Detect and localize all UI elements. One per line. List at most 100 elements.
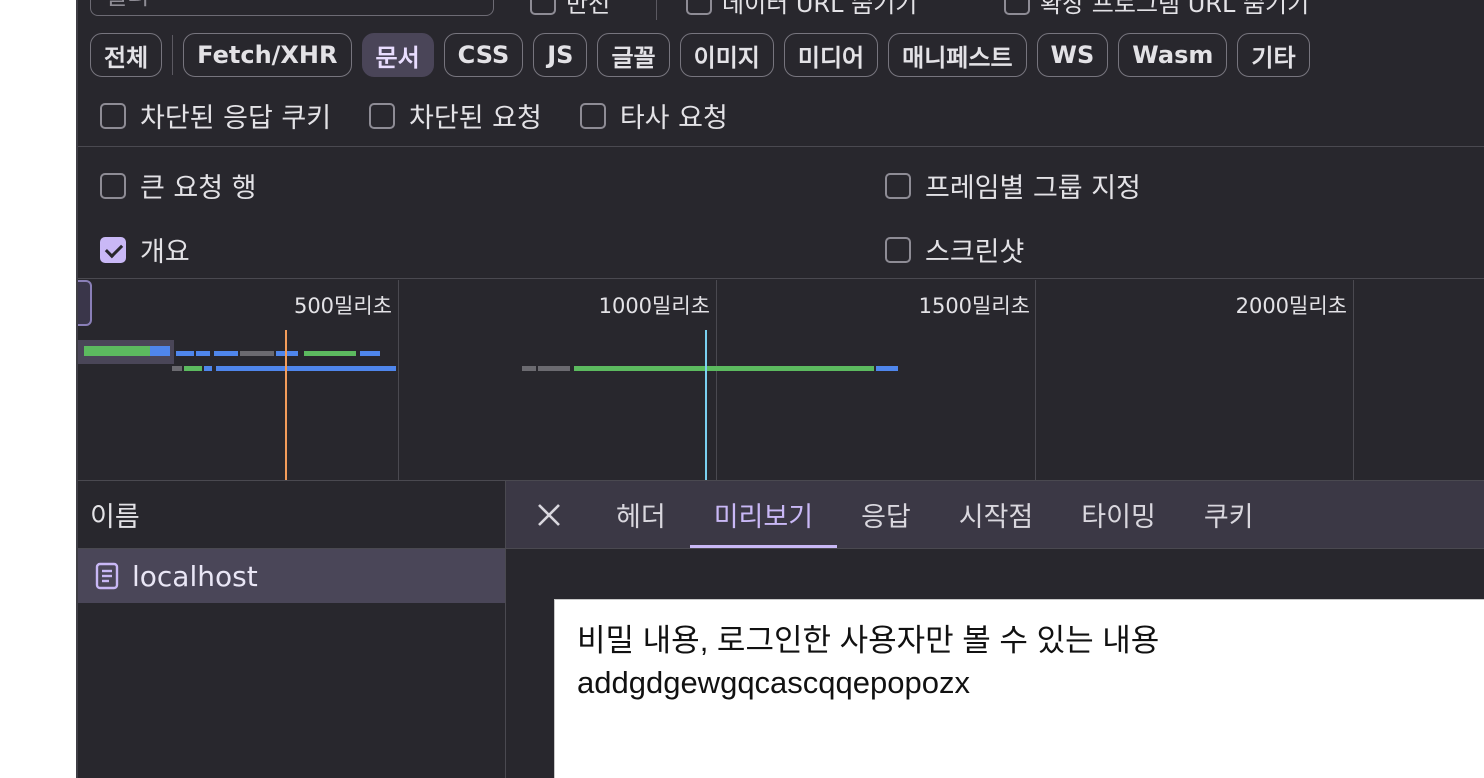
tab-cookies[interactable]: 쿠키	[1180, 481, 1278, 548]
checkbox-box[interactable]	[100, 102, 126, 129]
invert-label: 반전	[566, 0, 611, 18]
detail-tabbar: 헤더 미리보기 응답 시작점 타이밍 쿠키	[506, 481, 1484, 549]
timing-bar	[240, 351, 274, 356]
timing-bar	[304, 351, 356, 356]
filter-chip-fetch-xhr[interactable]: Fetch/XHR	[183, 33, 352, 77]
timing-bar	[184, 366, 202, 371]
filter-chip-js[interactable]: JS	[533, 33, 588, 77]
timeline-gridline	[716, 280, 717, 480]
checkbox-box[interactable]	[1004, 0, 1030, 15]
filter-chip-wasm[interactable]: Wasm	[1118, 33, 1228, 77]
timing-bar	[276, 351, 298, 356]
show-overview-label: 개요	[140, 237, 190, 268]
timing-bar	[150, 346, 170, 356]
close-detail-button[interactable]	[506, 481, 592, 548]
preview-line-1: 비밀 내용, 로그인한 사용자만 볼 수 있는 내용	[577, 623, 1160, 658]
timeline-gridline	[398, 280, 399, 480]
timing-bar	[204, 366, 212, 371]
timeline-gridline	[1353, 280, 1354, 480]
hide-data-urls-checkbox[interactable]: 데이터 URL 숨기기	[686, 0, 917, 19]
filter-chip-other[interactable]: 기타	[1237, 33, 1310, 77]
capture-screenshots-label: 스크린샷	[925, 237, 1025, 268]
timing-bar	[876, 366, 898, 371]
hide-extension-urls-label: 확장 프로그램 URL 숨기기	[1040, 0, 1310, 18]
request-row[interactable]: localhost	[78, 549, 505, 603]
close-icon	[536, 502, 562, 528]
tab-headers[interactable]: 헤더	[592, 481, 690, 548]
name-column-label: 이름	[90, 502, 140, 533]
overview-range-handle[interactable]	[78, 280, 92, 326]
filter-chip-font[interactable]: 글꼴	[597, 33, 670, 77]
load-event-marker	[705, 330, 707, 480]
dom-content-loaded-marker	[285, 330, 287, 480]
preview-line-2: addgdgewgqcascqqepopozx	[577, 665, 970, 700]
section-divider	[78, 278, 1484, 279]
timing-bar	[172, 366, 182, 371]
filter-chip-ws[interactable]: WS	[1036, 33, 1109, 77]
timing-bar	[522, 366, 536, 371]
request-filter-checkboxes: 차단된 응답 쿠키 차단된 요청 타사 요청	[100, 96, 728, 135]
timing-bar	[196, 351, 210, 356]
hide-data-urls-label: 데이터 URL 숨기기	[722, 0, 918, 18]
group-by-frame-label: 프레임별 그룹 지정	[925, 173, 1141, 204]
timing-bar	[176, 351, 194, 356]
overview-timeline[interactable]: 500밀리초 1000밀리초 1500밀리초 2000밀리초	[78, 280, 1484, 480]
checkbox-box[interactable]	[579, 102, 606, 129]
checkbox-box-checked[interactable]	[100, 236, 126, 263]
chip-divider	[172, 35, 174, 75]
requests-area: 이름 localhost 헤더 미리보기 응답 시작점 타이밍 쿠키 비밀 내용…	[78, 480, 1484, 778]
request-name: localhost	[132, 559, 258, 593]
filter-input[interactable]: 필터	[90, 0, 494, 16]
large-request-rows-label: 큰 요청 행	[140, 173, 257, 204]
tab-timing[interactable]: 타이밍	[1057, 481, 1180, 548]
tick-label-500ms: 500밀리초	[293, 294, 392, 318]
timing-bar	[574, 366, 874, 371]
checkbox-box[interactable]	[530, 0, 556, 15]
checkbox-box[interactable]	[369, 102, 396, 129]
checkbox-box[interactable]	[885, 236, 911, 263]
third-party-requests-label: 타사 요청	[619, 103, 728, 134]
request-detail-panel: 헤더 미리보기 응답 시작점 타이밍 쿠키 비밀 내용, 로그인한 사용자만 볼…	[506, 481, 1484, 778]
tick-label-2000ms: 2000밀리초	[1235, 294, 1347, 318]
third-party-requests-checkbox[interactable]: 타사 요청	[579, 96, 728, 135]
blocked-requests-label: 차단된 요청	[409, 103, 542, 134]
tick-label-1500ms: 1500밀리초	[918, 294, 1030, 318]
show-overview-checkbox[interactable]: 개요	[100, 230, 190, 269]
checkbox-box[interactable]	[100, 172, 126, 199]
filter-chip-document[interactable]: 문서	[361, 33, 434, 77]
name-column-header[interactable]: 이름	[78, 481, 505, 549]
timeline-gridline	[1035, 280, 1036, 480]
group-by-frame-checkbox[interactable]: 프레임별 그룹 지정	[885, 166, 1141, 205]
filter-chip-image[interactable]: 이미지	[679, 33, 774, 77]
blocked-response-cookies-label: 차단된 응답 쿠키	[140, 103, 332, 134]
timing-bar	[214, 351, 238, 356]
document-icon	[94, 562, 120, 590]
hide-extension-urls-checkbox[interactable]: 확장 프로그램 URL 숨기기	[1004, 0, 1309, 19]
blocked-response-cookies-checkbox[interactable]: 차단된 응답 쿠키	[100, 96, 331, 135]
toolbar-divider	[656, 0, 657, 20]
filter-chip-css[interactable]: CSS	[443, 33, 524, 77]
large-request-rows-checkbox[interactable]: 큰 요청 행	[100, 166, 257, 205]
invert-checkbox[interactable]: 반전	[530, 0, 610, 19]
capture-screenshots-checkbox[interactable]: 스크린샷	[885, 230, 1024, 269]
tab-response[interactable]: 응답	[837, 481, 935, 548]
section-divider	[78, 146, 1484, 147]
tab-preview[interactable]: 미리보기	[689, 481, 838, 548]
timing-bar	[360, 351, 380, 356]
filter-chip-manifest[interactable]: 매니페스트	[888, 33, 1027, 77]
tab-initiator[interactable]: 시작점	[935, 481, 1058, 548]
filter-chip-media[interactable]: 미디어	[783, 33, 879, 77]
tick-label-1000ms: 1000밀리초	[598, 294, 710, 318]
timing-bar	[216, 366, 396, 371]
checkbox-box[interactable]	[686, 0, 712, 15]
timing-bar	[84, 346, 150, 356]
filter-toolbar: 필터 반전 데이터 URL 숨기기 확장 프로그램 URL 숨기기	[78, 0, 1484, 20]
checkbox-box[interactable]	[885, 172, 911, 199]
devtools-network-panel: 필터 반전 데이터 URL 숨기기 확장 프로그램 URL 숨기기 전체 Fet…	[76, 0, 1484, 778]
timing-bar	[538, 366, 570, 371]
response-preview: 비밀 내용, 로그인한 사용자만 볼 수 있는 내용 addgdgewgqcas…	[554, 599, 1484, 778]
blocked-requests-checkbox[interactable]: 차단된 요청	[369, 96, 542, 135]
filter-chip-all[interactable]: 전체	[90, 33, 163, 77]
resource-type-filters: 전체 Fetch/XHR 문서 CSS JS 글꼴 이미지 미디어 매니페스트 …	[90, 33, 1310, 77]
request-list: 이름 localhost	[78, 481, 506, 778]
